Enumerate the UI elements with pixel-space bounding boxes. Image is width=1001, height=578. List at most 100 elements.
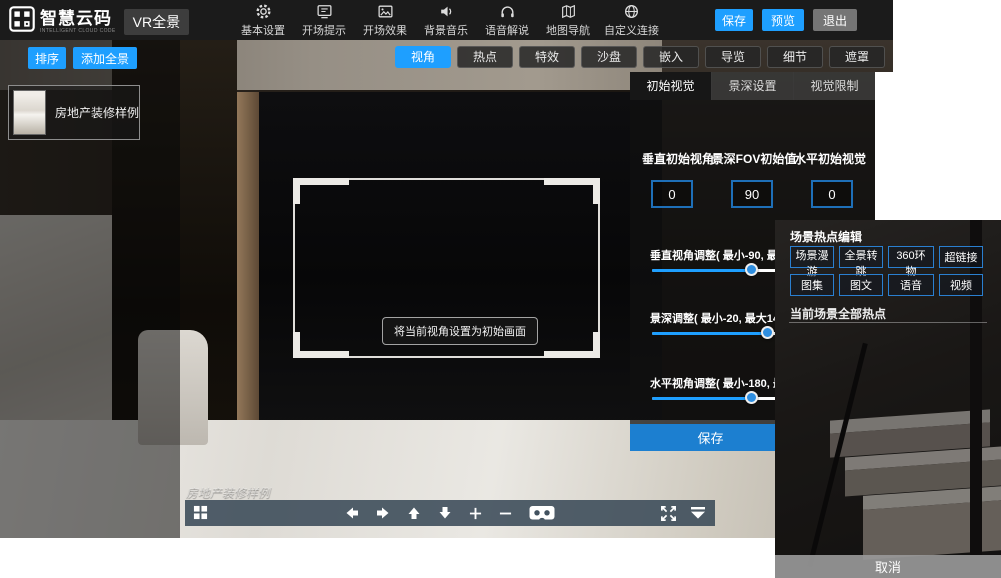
arrow-left-icon[interactable] (345, 506, 359, 520)
slider-fill (652, 332, 768, 335)
app-logo: 智慧云码 INTELLIGENT CLOUD CODE VR全景 (9, 6, 189, 37)
horizontal-initial-label: 水平初始视觉 (788, 150, 872, 167)
tool-label: 开场提示 (302, 22, 346, 38)
zoom-in-icon[interactable] (469, 507, 482, 520)
sort-button[interactable]: 排序 (28, 47, 66, 69)
hotspot-type-video[interactable]: 视频 (939, 274, 983, 296)
header-bar: 智慧云码 INTELLIGENT CLOUD CODE VR全景 基本设置 开场… (0, 0, 893, 40)
tool-opening-effect[interactable]: 开场效果 (360, 3, 410, 38)
slider-handle[interactable] (745, 391, 758, 404)
cancel-button[interactable]: 取消 (775, 555, 1001, 578)
hotspot-type-audio[interactable]: 语音 (888, 274, 934, 296)
horizontal-initial-input[interactable] (811, 180, 853, 208)
tab-depth-settings[interactable]: 景深设置 (711, 72, 793, 100)
panel-save-button[interactable]: 保存 (630, 424, 791, 451)
qr-logo-icon (9, 6, 35, 37)
tool-custom-link[interactable]: 自定义连接 (604, 3, 659, 38)
scene-watermark: 房地产装修样例 (186, 484, 270, 501)
save-button[interactable]: 保存 (715, 9, 753, 31)
tab-mask[interactable]: 遮罩 (829, 46, 885, 68)
settings-tabs: 初始视觉 景深设置 视觉限制 (630, 72, 875, 100)
hotspot-type-roam[interactable]: 场景漫游 (790, 246, 834, 268)
viewfinder-tooltip: 将当前视角设置为初始画面 (382, 317, 538, 345)
hotspot-panel-title: 场景热点编辑 (790, 228, 862, 245)
view-controls (660, 500, 707, 526)
viewfinder-corner (544, 178, 600, 204)
scene-sidebar: 排序 添加全景 房地产装修样例 (0, 40, 180, 538)
hotspot-type-gallery[interactable]: 图集 (790, 274, 834, 296)
tab-embed[interactable]: 嵌入 (643, 46, 699, 68)
viewfinder-corner (293, 178, 349, 204)
tab-effects[interactable]: 特效 (519, 46, 575, 68)
hotspot-type-jump[interactable]: 全景转跳 (839, 246, 883, 268)
globe-icon (623, 3, 640, 22)
tool-label: 自定义连接 (604, 22, 659, 38)
tool-opening-prompt[interactable]: 开场提示 (299, 3, 349, 38)
tab-sandbox[interactable]: 沙盘 (581, 46, 637, 68)
picture-icon (377, 3, 394, 22)
tab-detail[interactable]: 细节 (767, 46, 823, 68)
depth-slider-label: 景深调整( 最小-20, 最大140 ) (650, 310, 792, 326)
mode-tabs: 视角 热点 特效 沙盘 嵌入 导览 细节 遮罩 (395, 46, 885, 68)
logo-subtitle: INTELLIGENT CLOUD CODE (40, 28, 116, 34)
bottom-toolbar (185, 500, 715, 526)
grid-icon[interactable] (193, 505, 208, 520)
hotspot-type-row: 图集 图文 语音 视频 (790, 274, 983, 296)
slider-fill (652, 397, 752, 400)
vr-goggles-icon[interactable] (529, 505, 555, 521)
vr-editor-screen: 智慧云码 INTELLIGENT CLOUD CODE VR全景 基本设置 开场… (0, 0, 1001, 578)
scene-list-item[interactable]: 房地产装修样例 (8, 85, 140, 140)
tab-guide[interactable]: 导览 (705, 46, 761, 68)
scene-item-title: 房地产装修样例 (55, 104, 139, 121)
tool-basic-settings[interactable]: 基本设置 (238, 3, 288, 38)
hotspot-type-hyperlink[interactable]: 超链接 (939, 246, 983, 268)
hotspot-type-row: 场景漫游 全景转跳 360环物 超链接 (790, 246, 983, 268)
tool-label: 基本设置 (241, 22, 285, 38)
add-panorama-button[interactable]: 添加全景 (73, 47, 137, 69)
tool-label: 语音解说 (485, 22, 529, 38)
gear-icon (255, 3, 272, 22)
hotspot-list-label: 当前场景全部热点 (790, 305, 886, 322)
tab-initial-view[interactable]: 初始视觉 (630, 72, 711, 100)
arrow-up-icon[interactable] (407, 506, 421, 520)
hotspot-edit-panel: 场景热点编辑 场景漫游 全景转跳 360环物 超链接 图集 图文 语音 视频 当… (775, 220, 1001, 578)
scene-wood-pillar (237, 92, 259, 430)
speaker-icon (438, 3, 455, 22)
fullscreen-icon[interactable] (660, 505, 677, 522)
collapse-icon[interactable] (689, 506, 707, 520)
slider-handle[interactable] (761, 326, 774, 339)
main-window: 智慧云码 INTELLIGENT CLOUD CODE VR全景 基本设置 开场… (0, 0, 893, 538)
tab-viewangle[interactable]: 视角 (395, 46, 451, 68)
exit-button[interactable]: 退出 (813, 9, 857, 31)
scene-thumbnail (13, 90, 46, 135)
tool-voice-narration[interactable]: 语音解说 (482, 3, 532, 38)
arrow-right-icon[interactable] (376, 506, 390, 520)
fov-initial-input[interactable] (731, 180, 773, 208)
header-actions: 保存 预览 退出 (715, 9, 857, 31)
tool-map-navigation[interactable]: 地图导航 (543, 3, 593, 38)
preview-button[interactable]: 预览 (762, 9, 804, 31)
map-icon (560, 3, 577, 22)
header-toolbar: 基本设置 开场提示 开场效果 背景音乐 语音解说 (238, 3, 659, 38)
tool-background-music[interactable]: 背景音乐 (421, 3, 471, 38)
hotspot-type-imagetext[interactable]: 图文 (839, 274, 883, 296)
tab-hotspot[interactable]: 热点 (457, 46, 513, 68)
tool-label: 背景音乐 (424, 22, 468, 38)
vertical-initial-label: 垂直初始视角 (636, 150, 720, 167)
logo-title: 智慧云码 (40, 10, 116, 28)
nav-controls (345, 500, 555, 526)
slider-handle[interactable] (745, 263, 758, 276)
viewfinder-corner (544, 332, 600, 358)
slider-fill (652, 269, 752, 272)
panorama-canvas[interactable]: 排序 添加全景 房地产装修样例 视角 热点 特效 沙盘 嵌入 导览 细节 遮罩 (0, 40, 893, 538)
hotspot-type-360[interactable]: 360环物 (888, 246, 934, 268)
tab-view-limit[interactable]: 视觉限制 (793, 72, 875, 100)
tool-label: 地图导航 (546, 22, 590, 38)
viewfinder-corner (293, 332, 349, 358)
logo-badge: VR全景 (124, 9, 189, 35)
vertical-initial-input[interactable] (651, 180, 693, 208)
tool-label: 开场效果 (363, 22, 407, 38)
zoom-out-icon[interactable] (499, 507, 512, 520)
fov-initial-label: 景深FOV初始值 (710, 150, 798, 167)
arrow-down-icon[interactable] (438, 506, 452, 520)
